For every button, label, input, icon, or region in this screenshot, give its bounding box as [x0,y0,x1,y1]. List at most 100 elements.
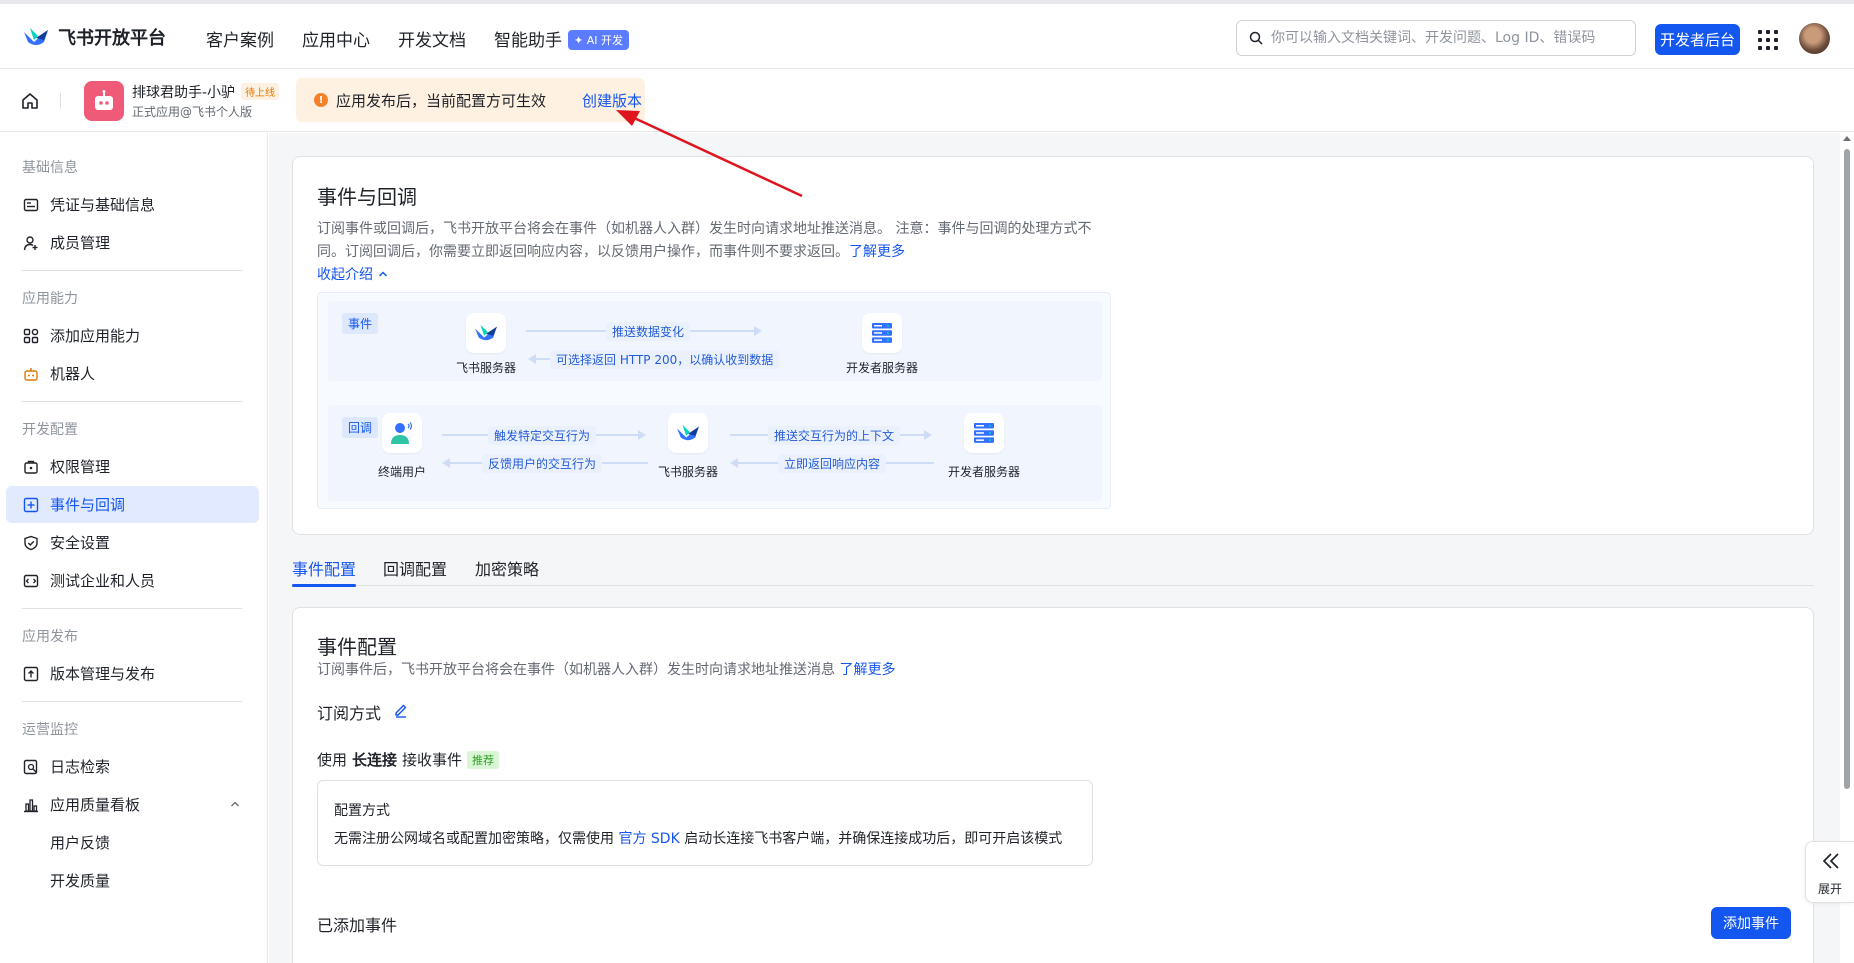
collapse-intro-toggle[interactable]: 收起介绍 [317,264,389,284]
nav-customer-cases[interactable]: 客户案例 [206,26,274,51]
nav-ai-assistant-label: 智能助手 [494,31,562,51]
developer-server-label: 开发者服务器 [845,361,918,375]
server-icon [974,423,994,443]
sidebar-divider [22,401,242,402]
sidebar-group-dev-config: 开发配置 [22,422,78,438]
intro-description: 订阅事件或回调后，飞书开放平台将会在事件（如机器人入群）发生时向请求地址推送消息… [317,218,1107,264]
sidebar-item-log-search[interactable]: 日志检索 [6,748,259,785]
developer-server-node-2 [964,413,1004,453]
arrow-head-left [730,458,738,468]
edit-icon[interactable] [393,702,409,718]
nav-dev-docs[interactable]: 开发文档 [398,26,466,51]
sidebar-item-versions[interactable]: 版本管理与发布 [6,655,259,692]
callback-tag: 回调 [342,417,379,438]
sidebar-group-operations: 运营监控 [22,722,78,738]
publish-notice: ! 应用发布后，当前配置方可生效 创建版本 [296,78,645,122]
member-add-icon [22,234,40,252]
event-icon [22,496,40,514]
sidebar-item-label: 成员管理 [50,234,111,252]
config-method-desc: 无需注册公网域名或配置加密策略，仅需使用 官方 SDK 启动长连接飞书客户端，并… [334,828,1062,848]
home-icon[interactable] [20,91,40,111]
apps-grid-icon[interactable] [1758,30,1778,50]
create-version-link[interactable]: 创建版本 [582,90,642,111]
chart-icon [22,796,40,814]
scrollbar-thumb[interactable] [1844,149,1850,789]
event-learn-more-link[interactable]: 了解更多 [839,662,895,678]
warning-icon: ! [314,93,328,107]
add-event-button[interactable]: 添加事件 [1711,907,1791,939]
feishu-logo-icon [475,324,497,341]
sidebar-item-quality-board[interactable]: 应用质量看板 [6,786,259,823]
sidebar-item-label: 应用质量看板 [50,796,141,814]
sidebar-item-add-capability[interactable]: 添加应用能力 [6,317,259,354]
sidebar-item-permissions[interactable]: 权限管理 [6,448,259,485]
sidebar-item-label: 事件与回调 [50,496,126,514]
credential-icon [22,196,40,214]
sidebar-item-label: 测试企业和人员 [50,572,156,590]
push-data-change-label: 推送数据变化 [606,322,691,341]
intro-learn-more-link[interactable]: 了解更多 [849,244,905,260]
end-user-node [382,413,422,453]
tab-event-config[interactable]: 事件配置 [292,556,356,580]
permission-icon [22,458,40,476]
developer-server-node [862,313,902,353]
feishu-logo-icon [24,28,48,45]
sidebar-item-credentials[interactable]: 凭证与基础信息 [6,186,259,223]
sidebar-item-label: 日志检索 [50,758,111,776]
trigger-interaction-label: 触发特定交互行为 [488,426,597,445]
app-name: 排球君助手-小驴 待上线 [132,82,280,102]
search-input[interactable] [1271,30,1611,46]
push-context-label: 推送交互行为的上下文 [768,426,901,445]
developer-console-button[interactable]: 开发者后台 [1655,24,1740,55]
expand-panel-button[interactable]: 展开 [1805,841,1854,903]
arrow-head-right [638,430,646,440]
feishu-server-node [466,313,506,353]
sidebar-item-members[interactable]: 成员管理 [6,224,259,261]
chevron-up-icon [378,271,388,277]
main-scrollbar[interactable] [1840,133,1854,963]
server-icon [872,323,892,343]
mode-prefix: 使用 [317,751,348,769]
sidebar-item-label: 用户反馈 [50,834,111,852]
scroll-up-arrow-icon[interactable] [1843,136,1851,141]
added-events-title: 已添加事件 [317,916,398,935]
search-icon [1249,31,1263,45]
intro-desc-line2: 同。订阅回调后，你需要立即返回响应内容，以反馈用户操作，而事件则不要求返回。了解… [317,241,1107,264]
nav-app-center[interactable]: 应用中心 [302,26,370,51]
subscription-mode-label: 订阅方式 [317,704,382,723]
user-avatar[interactable] [1799,23,1830,54]
search-box[interactable] [1236,20,1636,56]
app-header-bar: 排球君助手-小驴 待上线 正式应用@飞书个人版 ! 应用发布后，当前配置方可生效 … [0,69,1854,132]
sidebar: 基础信息 凭证与基础信息 成员管理 应用能力 添加应用能力 机器人 开发配置 权… [0,133,268,963]
sidebar-divider [22,270,242,271]
config-tabs: 事件配置 回调配置 加密策略 [292,548,1814,587]
mode-long-connection: 长连接 [352,751,398,769]
tab-encryption[interactable]: 加密策略 [475,556,539,580]
sidebar-item-label: 凭证与基础信息 [50,196,156,214]
sidebar-item-robot[interactable]: 机器人 [6,355,259,392]
sidebar-item-test-tenant[interactable]: 测试企业和人员 [6,562,259,599]
official-sdk-link[interactable]: 官方 SDK [618,831,679,847]
chevron-up-icon[interactable] [229,798,241,810]
sidebar-item-dev-quality[interactable]: 开发质量 [6,862,259,899]
app-grid-icon [22,327,40,345]
sidebar-item-user-feedback[interactable]: 用户反馈 [6,824,259,861]
return-response-label: 立即返回响应内容 [778,454,887,473]
nav-ai-assistant[interactable]: 智能助手 ✦ AI 开发 [494,26,629,51]
upload-icon [22,665,40,683]
sidebar-item-label: 添加应用能力 [50,327,141,345]
sidebar-item-label: 版本管理与发布 [50,665,156,683]
recommended-badge: 推荐 [467,750,500,769]
tab-callback-config[interactable]: 回调配置 [383,556,447,580]
sidebar-item-security[interactable]: 安全设置 [6,524,259,561]
event-flow-row: 事件 飞书服务器 推送数据变化 可选择返回 HTTP 200，以确认收到数据 开… [328,301,1102,381]
appbar-divider [60,93,61,109]
event-config-title: 事件配置 [317,635,397,659]
app-robot-avatar [84,81,124,121]
cfg-desc-a: 无需注册公网域名或配置加密策略，仅需使用 [334,831,614,847]
feishu-open-platform-logo[interactable]: 飞书开放平台 [22,24,166,50]
sidebar-item-events-callbacks[interactable]: 事件与回调 [6,486,259,523]
cfg-desc-b: 启动长连接飞书客户端，并确保连接成功后，即可开启该模式 [684,831,1063,847]
robot-icon [22,365,40,383]
developer-server-label-2: 开发者服务器 [947,465,1020,479]
